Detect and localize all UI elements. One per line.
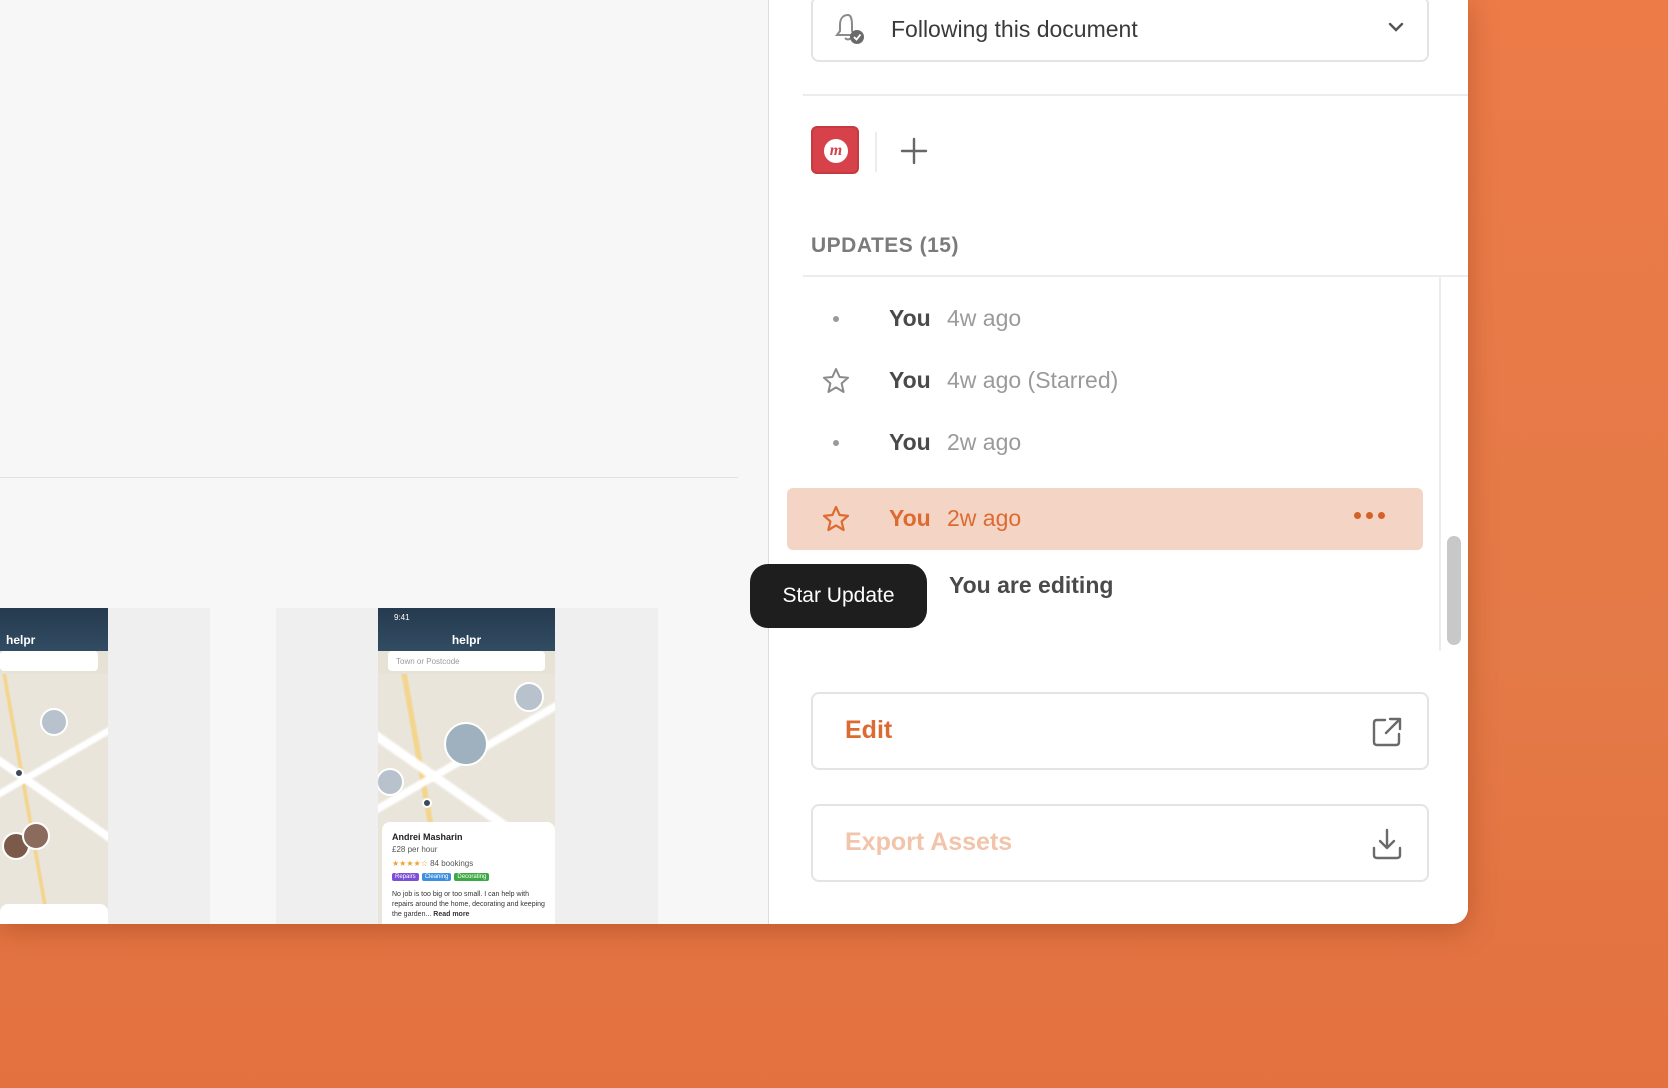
update-time: 2w ago [947, 505, 1022, 531]
phone-search-field [0, 651, 98, 671]
helper-card: Andrei Masharin £28 per hour ★★★★☆ 84 bo… [382, 822, 555, 924]
document-panel: Following this document m UPDATES (15) Y… [768, 0, 1468, 924]
design-canvas[interactable]: helpr 9:41 helpr Town or Postcode Andrei… [0, 0, 768, 924]
update-row[interactable]: You 4w ago [787, 288, 1423, 350]
scrollbar-track[interactable] [1439, 277, 1441, 651]
update-time: 4w ago [947, 305, 1022, 331]
phone-screen-2[interactable]: 9:41 helpr Town or Postcode Andrei Masha… [378, 608, 555, 924]
follow-dropdown[interactable]: Following this document [811, 0, 1429, 62]
external-link-icon [1372, 717, 1402, 747]
phone-header: 9:41 helpr [378, 608, 555, 651]
download-icon [1372, 828, 1402, 860]
update-author: You [889, 367, 931, 393]
more-options-icon[interactable] [1354, 512, 1385, 519]
follow-status-label: Following this document [891, 16, 1138, 42]
star-icon[interactable] [821, 366, 851, 396]
edit-button-label: Edit [845, 716, 893, 744]
bell-check-icon [835, 13, 864, 44]
dot-icon[interactable] [821, 428, 851, 458]
chevron-down-icon [1388, 22, 1404, 32]
update-author: You [889, 505, 931, 531]
avatar-pin-selected [444, 722, 488, 766]
tag: Decorating [454, 873, 490, 881]
update-row[interactable]: You 2w ago [787, 412, 1423, 474]
integration-app-icon[interactable]: m [811, 126, 859, 174]
helper-bio: No job is too big or too small. I can he… [392, 890, 545, 920]
dot-icon[interactable] [821, 304, 851, 334]
avatar-pin [40, 708, 68, 736]
update-author: You [889, 429, 931, 455]
add-integration-button[interactable] [897, 134, 931, 168]
canvas-divider [0, 477, 738, 478]
location-pin [14, 768, 24, 778]
scrollbar-thumb[interactable] [1447, 536, 1461, 645]
avatar-pin [22, 822, 50, 850]
helper-bookings: 84 bookings [430, 859, 474, 868]
star-icon[interactable] [821, 504, 851, 534]
helper-name: Andrei Masharin [392, 832, 463, 842]
update-time: 2w ago [947, 429, 1022, 455]
phone-title: helpr [6, 633, 36, 647]
helper-rating: ★★★★☆ 84 bookings [392, 859, 474, 868]
phone-screen-1[interactable]: helpr [0, 608, 108, 924]
divider [875, 132, 877, 172]
divider [803, 275, 1468, 277]
location-pin [422, 798, 432, 808]
phone-status-time: 9:41 [394, 613, 410, 622]
update-time: 4w ago (Starred) [947, 367, 1119, 393]
update-row-selected[interactable]: You 2w ago [787, 488, 1423, 550]
app-window: helpr 9:41 helpr Town or Postcode Andrei… [0, 0, 1468, 924]
edit-button[interactable]: Edit [811, 692, 1429, 770]
helper-tags: Repairs Cleaning Decorating [392, 873, 545, 881]
helper-rate: £28 per hour [392, 845, 438, 854]
divider [803, 94, 1468, 96]
read-more-link: Read more [433, 911, 470, 918]
phone-card [0, 904, 108, 924]
app-logo: m [824, 139, 848, 163]
tag: Cleaning [421, 873, 452, 881]
editing-status-label: You are editing [949, 572, 1114, 598]
export-assets-button[interactable]: Export Assets [811, 804, 1429, 882]
avatar-pin [514, 682, 544, 712]
phone-title: helpr [451, 633, 482, 647]
update-author: You [889, 305, 931, 331]
phone-search-field: Town or Postcode [388, 651, 545, 671]
updates-heading: UPDATES (15) [811, 234, 959, 257]
export-assets-label: Export Assets [845, 828, 1013, 856]
tag: Repairs [392, 873, 419, 881]
update-row[interactable]: You 4w ago (Starred) [787, 350, 1423, 412]
star-update-tooltip: Star Update [750, 564, 927, 628]
phone-header: helpr [0, 608, 108, 651]
